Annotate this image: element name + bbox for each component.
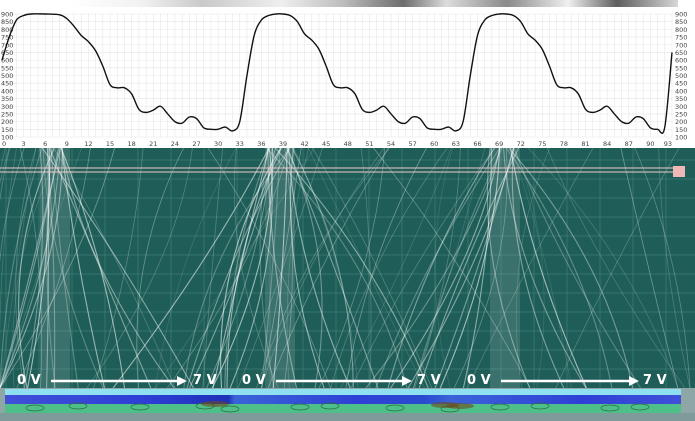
y-tick-label: 700 xyxy=(675,41,687,49)
y-tick-label: 900 xyxy=(1,11,13,19)
y-tick-label: 150 xyxy=(675,126,687,134)
y-tick-label: 850 xyxy=(1,18,13,26)
ray-panel: 0 V 7 V 0 V 7 V 0 V 7 V xyxy=(0,148,695,388)
y-tick-label: 550 xyxy=(1,64,13,72)
x-tick-label: 12 xyxy=(84,140,92,148)
x-tick-label: 48 xyxy=(344,140,352,148)
x-tick-label: 63 xyxy=(452,140,460,148)
y-tick-label: 750 xyxy=(675,34,687,42)
x-tick-label: 69 xyxy=(495,140,503,148)
x-tick-label: 45 xyxy=(322,140,330,148)
x-tick-label: 72 xyxy=(517,140,525,148)
y-tick-label: 900 xyxy=(675,11,687,19)
x-tick-label: 84 xyxy=(603,140,611,148)
y-tick-label: 850 xyxy=(675,18,687,26)
y-tick-label: 450 xyxy=(1,80,13,88)
range-marker xyxy=(673,166,685,177)
x-tick-label: 87 xyxy=(625,140,633,148)
contour-spot xyxy=(446,403,474,409)
voltage-start-label: 0 V xyxy=(242,373,266,388)
strip-blue-band xyxy=(5,395,681,404)
y-tick-label: 800 xyxy=(675,26,687,34)
x-tick-label: 36 xyxy=(257,140,265,148)
x-tick-label: 0 xyxy=(2,140,6,148)
voltage-end-label: 7 V xyxy=(643,373,667,388)
y-tick-label: 200 xyxy=(1,118,13,126)
y-tick-label: 500 xyxy=(1,72,13,80)
voltage-start-label: 0 V xyxy=(17,373,41,388)
voltage-end-label: 7 V xyxy=(193,373,217,388)
y-tick-label: 150 xyxy=(1,126,13,134)
x-tick-label: 75 xyxy=(538,140,546,148)
x-tick-label: 24 xyxy=(171,140,179,148)
waveform-line-chart: 1001502002503003504004505005506006507007… xyxy=(0,0,695,148)
voltage-end-label: 7 V xyxy=(417,373,441,388)
x-tick-label: 15 xyxy=(106,140,114,148)
x-tick-label: 60 xyxy=(430,140,438,148)
y-tick-label: 500 xyxy=(675,72,687,80)
x-tick-label: 57 xyxy=(409,140,417,148)
x-tick-label: 3 xyxy=(22,140,26,148)
x-tick-label: 42 xyxy=(300,140,308,148)
y-tick-label: 100 xyxy=(675,134,687,142)
y-tick-label: 200 xyxy=(675,118,687,126)
bright-column xyxy=(490,148,520,388)
x-tick-label: 39 xyxy=(279,140,287,148)
y-axis-right: 1001502002503003504004505005506006507007… xyxy=(675,11,687,142)
waveform-screen: 1001502002503003504004505005506006507007… xyxy=(0,0,695,421)
y-tick-label: 550 xyxy=(675,64,687,72)
x-tick-label: 51 xyxy=(365,140,373,148)
strip-green-band xyxy=(5,404,681,413)
y-tick-label: 750 xyxy=(1,34,13,42)
x-tick-label: 81 xyxy=(581,140,589,148)
x-tick-label: 93 xyxy=(664,140,672,148)
y-tick-label: 250 xyxy=(675,110,687,118)
voltage-start-label: 0 V xyxy=(467,373,491,388)
x-tick-label: 18 xyxy=(128,140,136,148)
strip-top-band xyxy=(5,389,681,395)
x-tick-label: 27 xyxy=(192,140,200,148)
y-tick-label: 350 xyxy=(1,95,13,103)
x-tick-label: 90 xyxy=(646,140,654,148)
field-strip xyxy=(0,388,695,421)
x-tick-label: 30 xyxy=(214,140,222,148)
y-tick-label: 350 xyxy=(675,95,687,103)
x-tick-label: 78 xyxy=(560,140,568,148)
x-tick-label: 66 xyxy=(473,140,481,148)
x-tick-label: 21 xyxy=(149,140,157,148)
y-tick-label: 400 xyxy=(675,87,687,95)
y-tick-label: 450 xyxy=(675,80,687,88)
x-tick-label: 6 xyxy=(43,140,47,148)
y-tick-label: 300 xyxy=(675,103,687,111)
strip-bottom-band xyxy=(0,413,695,421)
x-tick-label: 54 xyxy=(387,140,395,148)
x-tick-label: 9 xyxy=(65,140,69,148)
x-tick-label: 33 xyxy=(236,140,244,148)
y-tick-label: 650 xyxy=(675,49,687,57)
chart-background xyxy=(0,0,695,148)
contour-spot xyxy=(201,401,229,407)
top-gradient-strip xyxy=(68,0,678,7)
bright-column xyxy=(40,148,70,388)
y-tick-label: 400 xyxy=(1,87,13,95)
y-tick-label: 300 xyxy=(1,103,13,111)
bright-column xyxy=(265,148,295,388)
y-tick-label: 600 xyxy=(675,57,687,65)
y-tick-label: 250 xyxy=(1,110,13,118)
